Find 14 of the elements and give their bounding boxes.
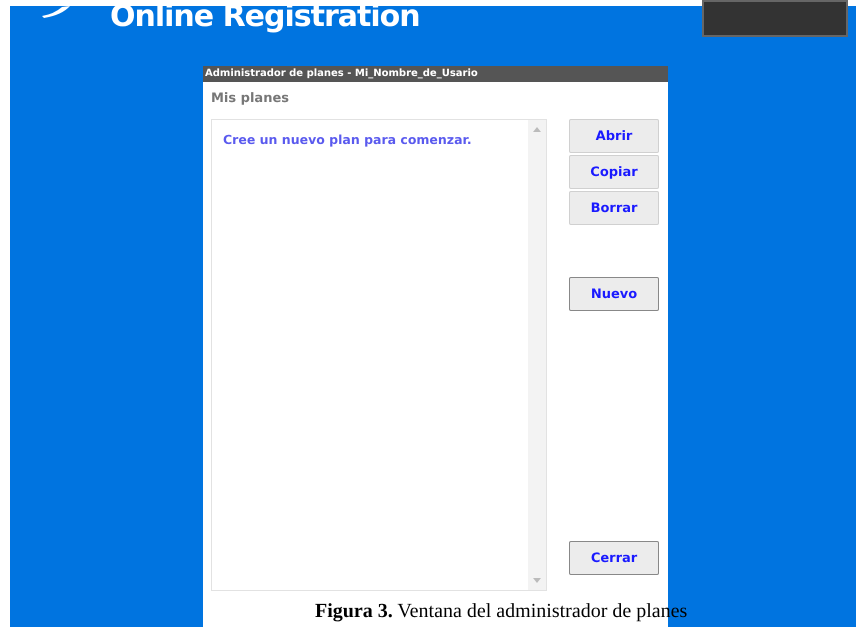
scroll-bar[interactable]	[528, 120, 546, 590]
scroll-up-icon[interactable]	[533, 127, 541, 132]
dialog-button[interactable]: Copiar	[569, 155, 659, 189]
dialog-button[interactable]: Nuevo	[569, 277, 659, 311]
site-title: Online Registration	[110, 0, 420, 34]
dialog-button[interactable]: Borrar	[569, 191, 659, 225]
dialog-button[interactable]: Abrir	[569, 119, 659, 153]
plan-list[interactable]: Cree un nuevo plan para comenzar.	[211, 119, 547, 591]
section-heading: Mis planes	[210, 90, 290, 108]
window-title: Administrador de planes - Mi_Nombre_de_Usario	[203, 66, 668, 82]
dialog-button[interactable]: Cerrar	[569, 541, 659, 575]
empty-message: Cree un nuevo plan para comenzar.	[222, 131, 473, 149]
scroll-down-icon[interactable]	[533, 578, 541, 583]
pen-swoosh-icon	[40, 6, 72, 18]
